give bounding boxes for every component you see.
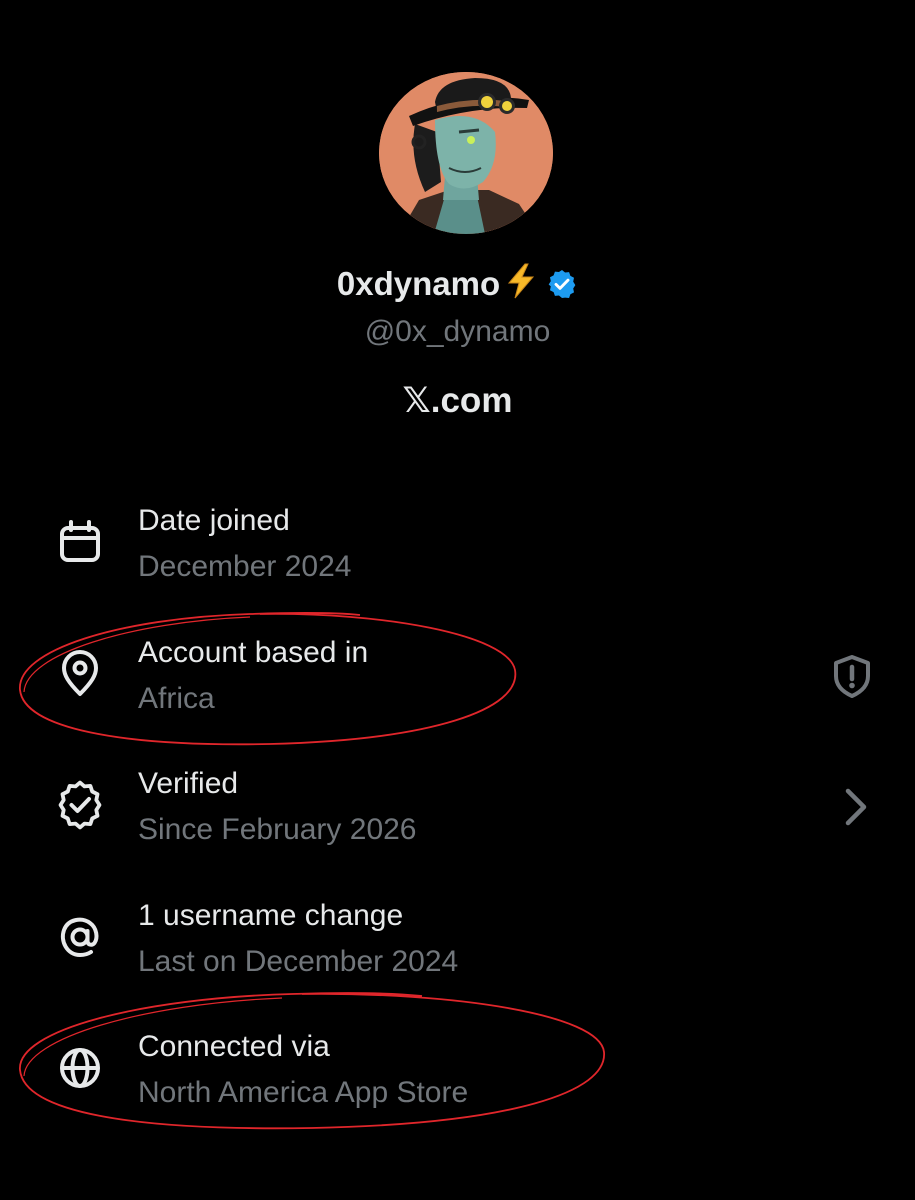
- verified-value: Since February 2026: [138, 813, 417, 846]
- site-link[interactable]: 𝕏.com: [0, 378, 915, 424]
- chevron-right-icon[interactable]: [832, 783, 880, 831]
- username-change-row: 1 username change Last on December 2024: [0, 895, 915, 1005]
- connected-via-value: North America App Store: [138, 1076, 469, 1109]
- account-based-in-title: Account based in: [138, 636, 369, 669]
- lightning-bolt-icon: [506, 263, 536, 310]
- verified-row[interactable]: Verified Since February 2026: [0, 763, 915, 873]
- display-name: 0xdynamo: [336, 265, 501, 302]
- date-joined-value: December 2024: [138, 550, 352, 583]
- account-based-in-value: Africa: [138, 682, 215, 715]
- verified-badge-icon: [54, 779, 106, 831]
- date-joined-row: Date joined December 2024: [0, 500, 915, 610]
- display-name-row: 0xdynamo: [0, 262, 915, 311]
- shield-alert-icon[interactable]: [828, 652, 876, 700]
- handle: @0x_dynamo: [364, 315, 551, 348]
- username-change-title: 1 username change: [138, 899, 404, 932]
- date-joined-title: Date joined: [138, 504, 290, 537]
- calendar-icon: [54, 516, 106, 568]
- connected-via-title: Connected via: [138, 1030, 330, 1063]
- avatar-illustration: [379, 72, 553, 234]
- globe-icon: [54, 1042, 106, 1094]
- verified-title: Verified: [138, 767, 239, 800]
- verified-badge-icon[interactable]: [546, 267, 578, 311]
- account-based-in-row: Account based in Africa: [0, 632, 915, 742]
- location-pin-icon: [54, 648, 106, 700]
- username-change-value: Last on December 2024: [138, 945, 459, 978]
- at-sign-icon: [54, 911, 106, 963]
- avatar[interactable]: [379, 72, 553, 234]
- connected-via-row: Connected via North America App Store: [0, 1026, 915, 1136]
